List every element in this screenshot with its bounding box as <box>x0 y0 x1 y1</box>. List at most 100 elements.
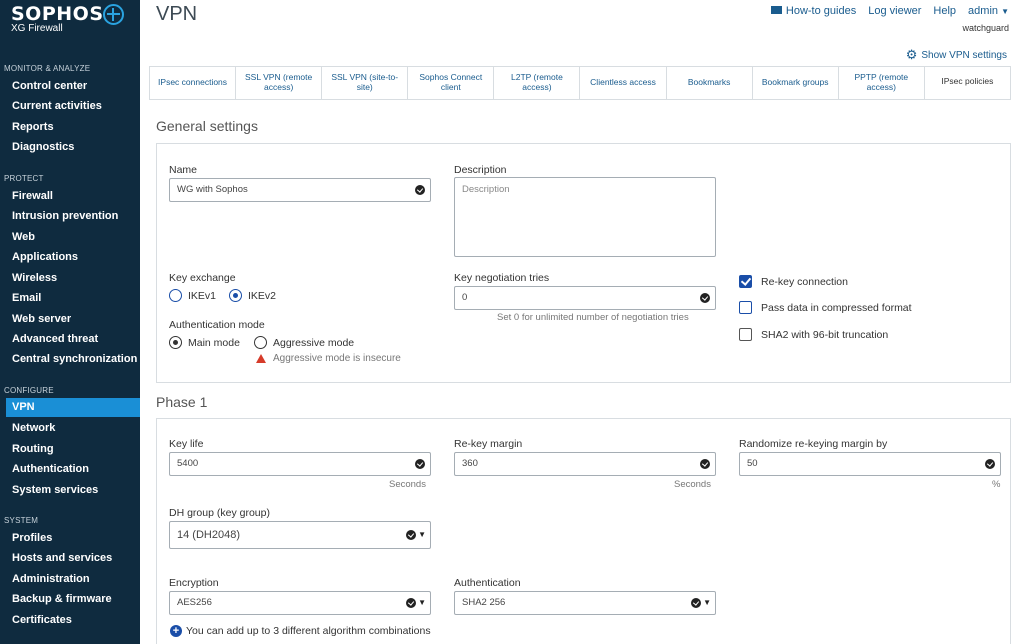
radio-selected-icon <box>169 336 182 349</box>
authentication-label: Authentication <box>454 577 521 589</box>
rekey-margin-unit: Seconds <box>674 479 711 490</box>
aggressive-mode-radio[interactable]: Aggressive mode <box>254 336 354 349</box>
tab-l2tp[interactable]: L2TP (remote access) <box>494 67 581 99</box>
ikev2-radio[interactable]: IKEv2 <box>229 289 276 302</box>
sidebar: SOPHOS XG Firewall MONITOR & ANALYZE Con… <box>0 0 140 644</box>
nav-section-monitor: MONITOR & ANALYZE <box>4 64 91 73</box>
main-mode-radio[interactable]: Main mode <box>169 336 240 349</box>
tab-ssl-vpn-remote[interactable]: SSL VPN (remote access) <box>236 67 323 99</box>
ikev1-radio[interactable]: IKEv1 <box>169 289 216 302</box>
key-life-input[interactable]: 5400 <box>169 452 431 476</box>
tab-bookmarks[interactable]: Bookmarks <box>666 67 753 99</box>
nav-item-certificates[interactable]: Certificates <box>12 614 72 626</box>
randomize-input[interactable]: 50 <box>739 452 1001 476</box>
nav-item-current-activities[interactable]: Current activities <box>12 100 102 112</box>
checkbox-icon <box>739 301 752 314</box>
authentication-select[interactable]: SHA2 256 ▼ <box>454 591 716 615</box>
radio-circle-icon <box>169 289 182 302</box>
video-camera-icon <box>770 6 782 14</box>
tab-ipsec-connections[interactable]: IPsec connections <box>150 67 237 99</box>
check-circle-icon <box>985 459 995 469</box>
nav-section-configure: CONFIGURE <box>4 386 54 395</box>
nav-item-applications[interactable]: Applications <box>12 251 78 263</box>
user-menu[interactable]: admin ▼ <box>968 5 1009 17</box>
main-content: VPN How-to guides Log viewer Help admin … <box>140 0 1013 644</box>
ikev2-label: IKEv2 <box>248 289 277 302</box>
check-circle-icon <box>691 598 701 608</box>
tab-bookmark-groups[interactable]: Bookmark groups <box>752 67 839 99</box>
sha2-truncation-checkbox[interactable]: SHA2 with 96-bit truncation <box>739 328 888 341</box>
howto-link[interactable]: How-to guides <box>770 5 856 17</box>
rekey-margin-label: Re-key margin <box>454 438 523 450</box>
nav-item-system-services[interactable]: System services <box>12 484 98 496</box>
key-life-unit: Seconds <box>389 479 426 490</box>
rekey-connection-checkbox[interactable]: Re-key connection <box>739 275 848 288</box>
check-circle-icon <box>700 293 710 303</box>
nav-item-reports[interactable]: Reports <box>12 121 54 133</box>
radio-circle-icon <box>254 336 267 349</box>
user-name: admin <box>968 5 999 17</box>
nav-item-firewall[interactable]: Firewall <box>12 190 53 202</box>
aggressive-warning: Aggressive mode is insecure <box>256 353 401 364</box>
nav-item-email[interactable]: Email <box>12 292 41 304</box>
tab-clientless-access[interactable]: Clientless access <box>580 67 667 99</box>
key-negotiation-input[interactable]: 0 <box>454 286 716 310</box>
sophos-logo: SOPHOS XG Firewall <box>11 3 104 34</box>
auth-mode-label: Authentication mode <box>169 319 265 331</box>
randomize-unit: % <box>992 479 1001 490</box>
tab-ipsec-policies[interactable]: IPsec policies <box>924 67 1010 99</box>
tab-sophos-connect[interactable]: Sophos Connect client <box>408 67 495 99</box>
nav-item-routing[interactable]: Routing <box>12 443 54 455</box>
encryption-value: AES256 <box>177 597 212 608</box>
check-circle-icon <box>415 459 425 469</box>
check-circle-icon <box>406 598 416 608</box>
add-combination-link[interactable]: + You can add up to 3 different algorith… <box>170 625 431 637</box>
tab-ssl-vpn-site[interactable]: SSL VPN (site-to-site) <box>322 67 409 99</box>
key-life-label: Key life <box>169 438 204 450</box>
show-vpn-settings-label: Show VPN settings <box>921 49 1007 61</box>
nav-item-hosts-and-services[interactable]: Hosts and services <box>12 552 112 564</box>
sha2-label: SHA2 with 96-bit truncation <box>761 328 889 341</box>
name-label: Name <box>169 164 198 176</box>
randomize-value: 50 <box>747 458 758 469</box>
nav-item-web-server[interactable]: Web server <box>12 313 71 325</box>
vpn-tabs: IPsec connections SSL VPN (remote access… <box>149 66 1011 100</box>
key-negotiation-value: 0 <box>462 292 468 303</box>
show-vpn-settings-link[interactable]: ⚙ Show VPN settings <box>906 47 1007 63</box>
rekey-margin-value: 360 <box>462 458 478 469</box>
tenant-name: watchguard <box>962 23 1009 33</box>
caret-down-icon: ▼ <box>1001 7 1009 16</box>
nav-item-central-synchronization[interactable]: Central synchronization <box>12 353 137 365</box>
dh-group-select[interactable]: 14 (DH2048) ▼ <box>169 521 431 549</box>
encryption-select[interactable]: AES256 ▼ <box>169 591 431 615</box>
name-value: WG with Sophos <box>177 184 248 195</box>
aggressive-warning-text: Aggressive mode is insecure <box>273 353 401 364</box>
help-link[interactable]: Help <box>933 5 956 17</box>
aggressive-mode-label: Aggressive mode <box>273 336 355 349</box>
phase1-panel: Key life 5400 Seconds Re-key margin 360 … <box>156 418 1011 644</box>
brand-name: SOPHOS <box>11 3 104 25</box>
nav-item-intrusion-prevention[interactable]: Intrusion prevention <box>12 210 118 222</box>
nav-item-diagnostics[interactable]: Diagnostics <box>12 141 74 153</box>
nav-item-vpn[interactable]: VPN <box>6 398 140 417</box>
rekey-margin-input[interactable]: 360 <box>454 452 716 476</box>
tab-pptp[interactable]: PPTP (remote access) <box>838 67 925 99</box>
description-input[interactable] <box>454 177 716 257</box>
main-mode-label: Main mode <box>188 336 240 349</box>
key-life-value: 5400 <box>177 458 199 469</box>
nav-item-network[interactable]: Network <box>12 422 55 434</box>
nav-item-control-center[interactable]: Control center <box>12 80 87 92</box>
nav-item-web[interactable]: Web <box>12 231 35 243</box>
nav-item-authentication[interactable]: Authentication <box>12 463 89 475</box>
nav-item-profiles[interactable]: Profiles <box>12 532 52 544</box>
log-viewer-link[interactable]: Log viewer <box>868 5 921 17</box>
name-input[interactable]: WG with Sophos <box>169 178 431 202</box>
gear-icon: ⚙ <box>905 47 918 62</box>
add-combination-text: You can add up to 3 different algorithm … <box>186 625 431 637</box>
nav-item-backup-firmware[interactable]: Backup & firmware <box>12 593 112 605</box>
nav-item-wireless[interactable]: Wireless <box>12 272 57 284</box>
nav-section-protect: PROTECT <box>4 174 44 183</box>
nav-item-advanced-threat[interactable]: Advanced threat <box>12 333 98 345</box>
nav-item-administration[interactable]: Administration <box>12 573 90 585</box>
compress-checkbox[interactable]: Pass data in compressed format <box>739 301 912 314</box>
